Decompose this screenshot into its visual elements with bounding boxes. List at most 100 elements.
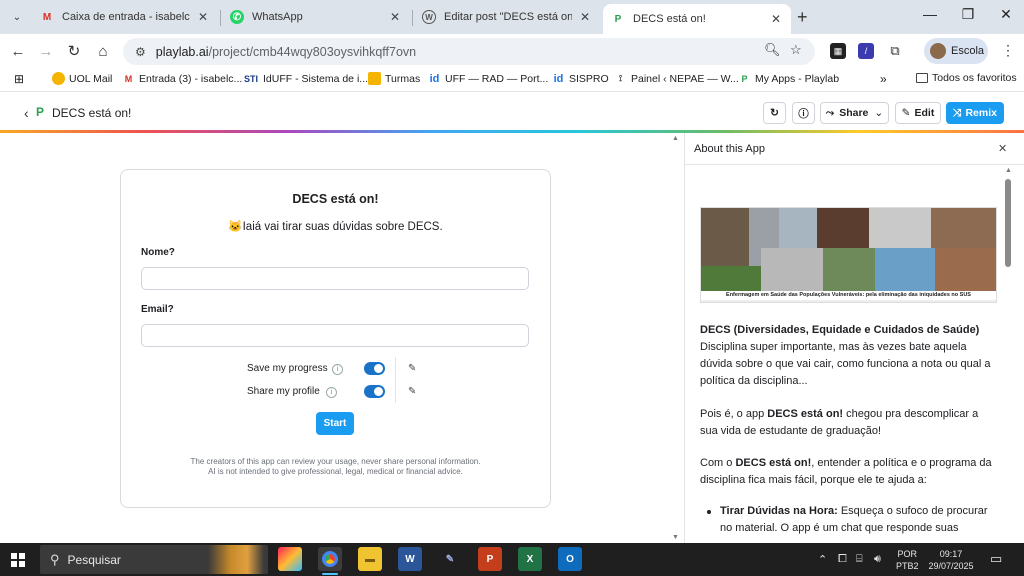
close-window-icon[interactable]: ✕ bbox=[986, 6, 1024, 23]
share-profile-edit-icon[interactable]: ✎ bbox=[408, 386, 416, 397]
new-tab-plus-icon[interactable]: + bbox=[797, 7, 808, 28]
bookmark-gmail-entrada[interactable]: M Entrada (3) - isabelc... bbox=[122, 72, 243, 85]
share-button[interactable]: ⤳ Share ⌄ bbox=[820, 102, 889, 124]
zoom-icon[interactable]: 🔍︎ bbox=[764, 42, 781, 58]
network-icon[interactable]: ⌸ bbox=[856, 553, 863, 566]
bookmark-label: UOL Mail bbox=[69, 72, 113, 85]
bookmark-turmas[interactable]: Turmas bbox=[368, 72, 420, 85]
close-panel-icon[interactable]: ✕ bbox=[998, 142, 1007, 155]
remix-label: Remix bbox=[965, 107, 997, 119]
chrome-icon[interactable] bbox=[318, 547, 342, 571]
back-chevron-icon[interactable]: ‹ bbox=[24, 105, 29, 121]
word-icon[interactable]: W bbox=[398, 547, 422, 571]
outlook-icon[interactable]: O bbox=[558, 547, 582, 571]
paint-icon[interactable]: ✎ bbox=[438, 547, 462, 571]
close-tab-icon[interactable]: ✕ bbox=[769, 12, 783, 26]
info-button[interactable]: ⓘ bbox=[792, 102, 815, 124]
name-input[interactable] bbox=[141, 267, 529, 290]
share-profile-label: Share my profile bbox=[247, 386, 320, 397]
panel-scrollbar[interactable] bbox=[1005, 179, 1011, 267]
bookmark-iduff[interactable]: STI IdUFF - Sistema de i... bbox=[243, 72, 368, 85]
back-arrow-icon[interactable]: ← bbox=[8, 41, 28, 61]
scroll-up-arrow-icon[interactable]: ▲ bbox=[672, 135, 679, 142]
bookmarks-bar: ⊞ UOL Mail M Entrada (3) - isabelc... ST… bbox=[0, 68, 1024, 92]
tab-title: DECS está on! bbox=[633, 13, 706, 25]
tray-device-icon[interactable]: ⧠ bbox=[838, 553, 847, 566]
copilot-icon[interactable] bbox=[278, 547, 302, 571]
start-button[interactable]: Start bbox=[316, 412, 354, 435]
bookmark-folder-all[interactable]: Todos os favoritos bbox=[916, 72, 1017, 84]
site-info-icon[interactable]: ⚙ bbox=[135, 45, 146, 59]
close-tab-icon[interactable]: ✕ bbox=[388, 10, 402, 24]
profile-button[interactable]: Escola bbox=[924, 38, 988, 64]
refresh-button[interactable]: ↻ bbox=[763, 102, 786, 124]
bookmark-star-icon[interactable]: ☆ bbox=[790, 42, 802, 58]
url-path: /project/cmb44wqy803oysvihkqff7ovn bbox=[208, 44, 417, 59]
volume-icon[interactable]: 🔊︎ bbox=[874, 553, 881, 566]
playlab-icon: P bbox=[614, 13, 622, 25]
p3-text-a: Com o bbox=[700, 457, 736, 469]
tray-chevron-up-icon[interactable]: ⌃ bbox=[818, 553, 827, 566]
language-indicator[interactable]: POR PTB2 bbox=[896, 548, 919, 572]
email-input[interactable] bbox=[141, 324, 529, 347]
bullet-text: Tirar Dúvidas na Hora: Esqueça o sufoco … bbox=[720, 503, 998, 537]
tab-wordpress-edit[interactable]: W Editar post "DECS está on!" ‹ N ✕ bbox=[414, 4, 600, 30]
more-bookmarks-chevron-icon[interactable]: » bbox=[880, 72, 887, 86]
save-progress-edit-icon[interactable]: ✎ bbox=[408, 363, 416, 374]
browser-tab-strip: ⌄ M Caixa de entrada - isabelcruz@ ✕ ✆ W… bbox=[0, 0, 1024, 34]
pencil-icon: ✎ bbox=[901, 107, 911, 119]
close-tab-icon[interactable]: ✕ bbox=[196, 10, 210, 24]
share-profile-toggle[interactable] bbox=[364, 385, 385, 398]
p2-text-a: Pois é, o app bbox=[700, 408, 768, 420]
keyboard-layout: PTB2 bbox=[896, 561, 919, 571]
uol-icon bbox=[52, 72, 65, 85]
tab-gmail[interactable]: M Caixa de entrada - isabelcruz@ ✕ bbox=[32, 4, 218, 30]
file-explorer-icon[interactable]: ▬ bbox=[358, 547, 382, 571]
tower-icon: ⟟ bbox=[618, 73, 623, 83]
save-progress-info-icon[interactable]: i bbox=[332, 364, 343, 375]
app-start-card: DECS está on! 🐱Iaiá vai tirar suas dúvid… bbox=[120, 169, 551, 508]
main-content: DECS está on! 🐱Iaiá vai tirar suas dúvid… bbox=[0, 133, 674, 543]
minimize-icon[interactable]: — bbox=[910, 6, 950, 22]
kebab-menu-icon[interactable]: ⋮ bbox=[1001, 42, 1015, 59]
restore-icon[interactable]: ❐ bbox=[948, 6, 988, 23]
home-icon[interactable]: ⌂ bbox=[93, 41, 113, 61]
powerpoint-icon[interactable]: P bbox=[478, 547, 502, 571]
share-label: Share bbox=[839, 107, 869, 119]
save-progress-toggle[interactable] bbox=[364, 362, 385, 375]
bookmark-sispro[interactable]: id SISPRO bbox=[552, 72, 609, 85]
tab-decs-active[interactable]: P DECS está on! ✕ bbox=[603, 4, 791, 34]
qr-extension-icon[interactable]: ▦ bbox=[830, 43, 846, 59]
remix-button[interactable]: ⤨ Remix bbox=[946, 102, 1004, 124]
bookmark-my-apps-playlab[interactable]: P My Apps - Playlab bbox=[738, 72, 839, 85]
extension-icon[interactable]: / bbox=[858, 43, 874, 59]
p3-bold: DECS está on! bbox=[735, 457, 812, 469]
windows-start-icon[interactable] bbox=[11, 553, 25, 567]
panel-scroll-up-icon[interactable]: ▲ bbox=[1005, 167, 1012, 174]
refresh-icon: ↻ bbox=[770, 107, 779, 119]
bookmark-uol-mail[interactable]: UOL Mail bbox=[52, 72, 112, 85]
scroll-down-arrow-icon[interactable]: ▼ bbox=[672, 534, 679, 541]
close-tab-icon[interactable]: ✕ bbox=[578, 10, 592, 24]
puzzle-extensions-icon[interactable]: ⧉ bbox=[887, 43, 903, 59]
name-label: Nome? bbox=[141, 247, 175, 258]
tab-search-chevron-icon[interactable]: ⌄ bbox=[6, 6, 28, 28]
address-bar[interactable]: ⚙ playlab.ai/project/cmb44wqy803oysvihkq… bbox=[123, 38, 815, 65]
sti-icon: STI bbox=[243, 73, 258, 84]
edit-label: Edit bbox=[914, 107, 935, 119]
bookmark-label: SISPRO bbox=[569, 72, 609, 85]
bookmark-uff-rad[interactable]: id UFF — RAD — Port... bbox=[428, 72, 549, 85]
tab-whatsapp[interactable]: ✆ WhatsApp ✕ bbox=[222, 4, 410, 30]
forward-arrow-icon[interactable]: → bbox=[36, 41, 56, 61]
about-paragraph-1: DECS (Diversidades, Equidade e Cuidados … bbox=[700, 322, 998, 390]
clock[interactable]: 09:17 29/07/2025 bbox=[928, 548, 974, 572]
bookmark-painel-nepae[interactable]: ⟟ Painel ‹ NEPAE — W... bbox=[614, 72, 739, 85]
notifications-icon[interactable]: ▭ bbox=[990, 551, 1002, 567]
excel-icon[interactable]: X bbox=[518, 547, 542, 571]
about-panel-header: About this App ✕ bbox=[685, 133, 1024, 165]
apps-grid-icon[interactable]: ⊞ bbox=[14, 72, 24, 86]
edit-button[interactable]: ✎ Edit bbox=[895, 102, 941, 124]
tab-title: WhatsApp bbox=[252, 11, 303, 23]
reload-icon[interactable]: ↻ bbox=[64, 41, 84, 61]
share-profile-info-icon[interactable]: i bbox=[326, 387, 337, 398]
